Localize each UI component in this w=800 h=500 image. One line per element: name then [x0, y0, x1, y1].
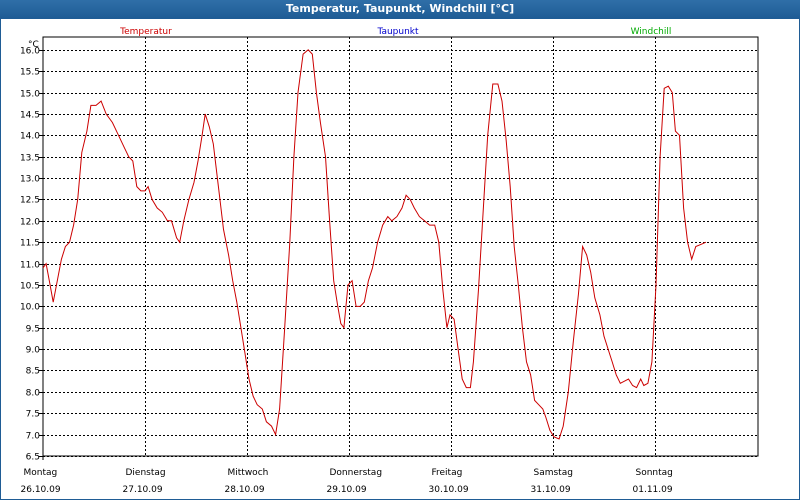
chart-grid — [42, 36, 759, 457]
x-date-label: 28.10.09 — [225, 485, 265, 495]
x-day-label: Samstag — [534, 468, 573, 478]
y-tick-label: 14.5 — [20, 111, 40, 121]
y-axis: 6.5 7.0 7.5 8.0 8.5 9.0 9.5 10.0 10.5 11.0 11.5 12.… — [20, 40, 43, 463]
y-axis-unit: °C — [28, 40, 39, 50]
y-tick-label: 7.5 — [26, 410, 40, 420]
y-tick-label: 15.5 — [20, 68, 40, 78]
x-day-label: Freitag — [432, 468, 463, 478]
x-date-label: 31.10.09 — [531, 485, 571, 495]
window-title: Temperatur, Taupunkt, Windchill [°C] — [0, 0, 800, 18]
legend-item-3: Windchill — [631, 27, 672, 37]
x-day-label: Dienstag — [126, 468, 166, 478]
plot-area — [42, 49, 707, 440]
y-tick-label: 8.0 — [26, 389, 41, 399]
x-day-label: Mittwoch — [228, 468, 269, 478]
y-tick-label: 9.5 — [26, 325, 40, 335]
chart-frame: 6.5 7.0 7.5 8.0 8.5 9.0 9.5 10.0 10.5 11.0 11.5 12.… — [0, 18, 800, 500]
y-tick-label: 7.0 — [26, 432, 41, 442]
y-tick-label: 10.0 — [20, 303, 40, 313]
x-date-label: 01.11.09 — [633, 485, 673, 495]
plot-border — [42, 36, 759, 457]
y-tick-label: 11.0 — [20, 261, 40, 271]
x-date-label: 26.10.09 — [21, 485, 61, 495]
x-axis: Montag 26.10.09 Dienstag 27.10.09 Mittwoch 28… — [21, 37, 673, 495]
y-tick-label: 12.0 — [20, 218, 40, 228]
x-day-label: Sonntag — [636, 468, 673, 478]
legend-item-1: Temperatur — [119, 27, 172, 37]
y-tick-label: 14.0 — [20, 132, 40, 142]
x-date-label: 30.10.09 — [429, 485, 469, 495]
chart-canvas: 6.5 7.0 7.5 8.0 8.5 9.0 9.5 10.0 10.5 11.0 11.5 12.… — [20, 27, 759, 495]
y-tick-label: 9.0 — [26, 346, 41, 356]
y-tick-label: 12.5 — [20, 196, 40, 206]
legend: Temperatur Taupunkt Windchill — [119, 27, 671, 37]
y-tick-label: 13.0 — [20, 175, 40, 185]
y-tick-label: 13.5 — [20, 154, 40, 164]
x-date-label: 29.10.09 — [327, 485, 367, 495]
y-tick-label: 6.5 — [26, 453, 40, 463]
y-tick-label: 8.5 — [26, 367, 40, 377]
x-date-label: 27.10.09 — [123, 485, 163, 495]
series-line-1 — [42, 49, 707, 440]
y-tick-label: 10.5 — [20, 282, 40, 292]
x-day-label: Montag — [24, 468, 58, 478]
y-tick-label: 11.5 — [20, 239, 40, 249]
x-day-label: Donnerstag — [330, 468, 383, 478]
y-tick-label: 15.0 — [20, 90, 40, 100]
legend-item-2: Taupunkt — [376, 27, 419, 37]
